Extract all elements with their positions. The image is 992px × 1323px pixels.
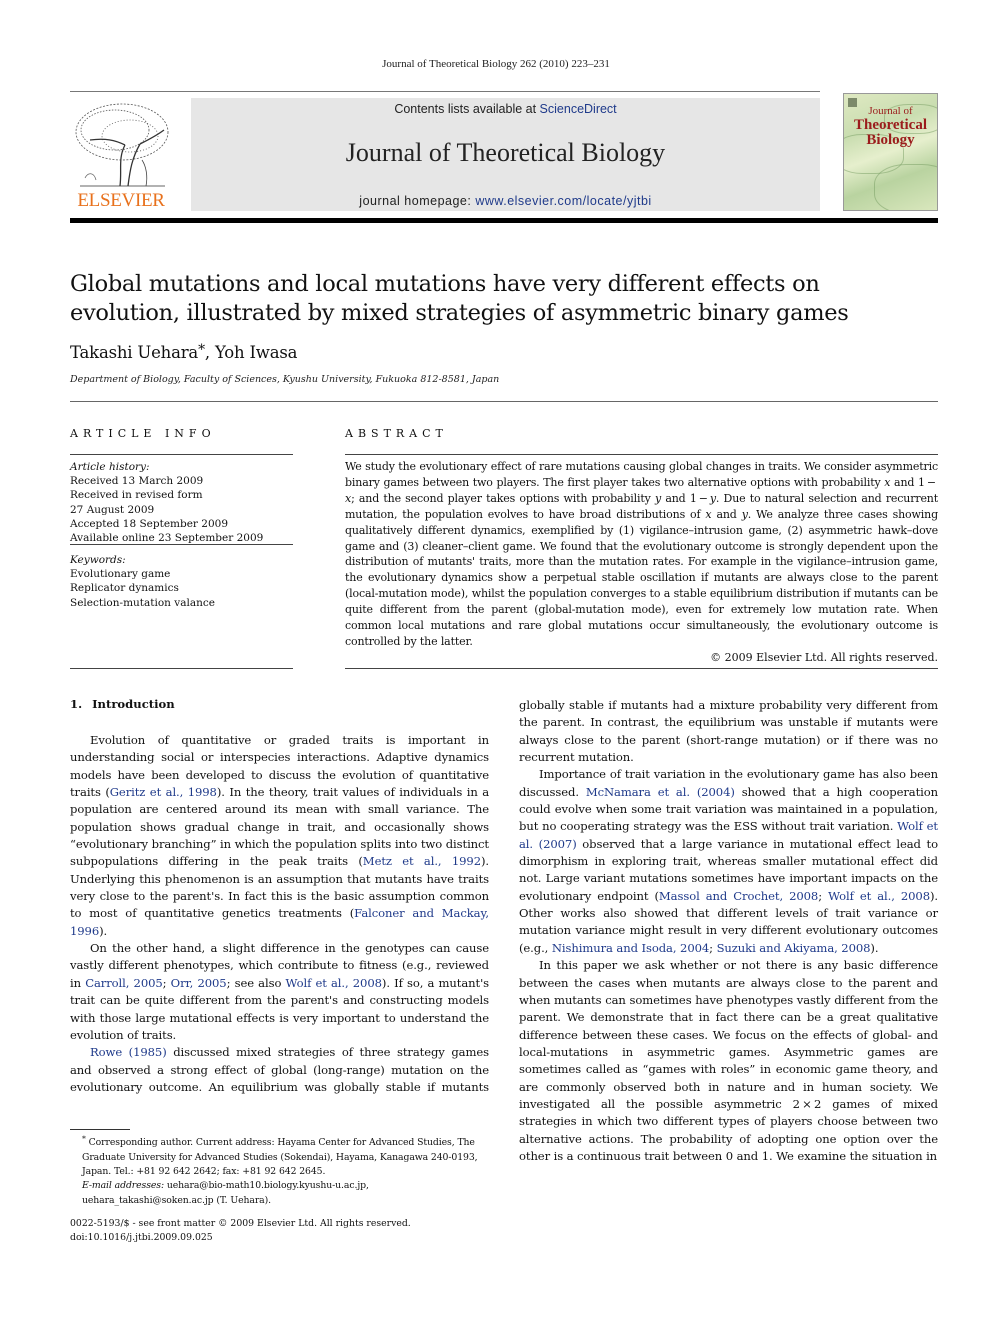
elsevier-tree-icon: [75, 103, 169, 187]
affiliation: Department of Biology, Faculty of Scienc…: [70, 374, 500, 385]
body-column-left: Evolution of quantitative or graded trai…: [70, 732, 489, 1096]
abstract-text: and 1 −: [890, 475, 939, 489]
divider: [345, 668, 938, 669]
history-item: Accepted 18 September 2009: [70, 517, 229, 530]
citation-link[interactable]: Geritz et al., 1998: [110, 785, 217, 799]
author-list: Takashi Uehara*, Yoh Iwasa: [70, 342, 297, 362]
section-number: 1.: [70, 697, 83, 711]
citation-link[interactable]: Wolf et al., 2008: [286, 976, 382, 990]
author-name[interactable]: Yoh Iwasa: [215, 343, 297, 362]
body-text: ; see also: [226, 975, 286, 990]
divider: [345, 454, 938, 455]
citation-link[interactable]: McNamara et al. (2004): [586, 785, 735, 799]
abstract-copyright: © 2009 Elsevier Ltd. All rights reserved…: [710, 651, 938, 664]
author-separator: ,: [204, 343, 215, 362]
email-note: E-mail addresses: uehara@bio-math10.biol…: [70, 1179, 492, 1208]
citation-link[interactable]: Metz et al., 1992: [363, 854, 481, 868]
body-text: ;: [162, 975, 171, 990]
history-item: 27 August 2009: [70, 503, 155, 516]
abstract-text: and: [711, 507, 742, 521]
footnote-divider: [70, 1129, 130, 1130]
footnote: * Corresponding author. Current address:…: [70, 1132, 492, 1208]
email-label: E-mail addresses:: [82, 1180, 164, 1192]
paragraph: Rowe (1985) discussed mixed strategies o…: [70, 1044, 489, 1096]
article-history: Article history: Received 13 March 2009 …: [70, 460, 263, 545]
body-text: ).: [99, 923, 108, 938]
cover-title: Journal of Theoretical Biology: [844, 105, 937, 149]
citation-link[interactable]: Rowe (1985): [90, 1045, 167, 1059]
corresponding-author-mark[interactable]: *: [198, 342, 205, 358]
issn-line: 0022-5193/$ - see front matter © 2009 El…: [70, 1218, 411, 1229]
cover-title-line2: Theoretical: [853, 116, 928, 133]
cover-title-line3: Biology: [866, 132, 915, 149]
header-divider: [70, 218, 938, 223]
author-name[interactable]: Takashi Uehara: [70, 343, 198, 362]
citation-link[interactable]: Nishimura and Isoda, 2004: [552, 941, 709, 955]
article-title: Global mutations and local mutations hav…: [70, 271, 849, 326]
citation-link[interactable]: Suzuki and Akiyama, 2008: [717, 941, 871, 955]
body-text: ;: [709, 940, 717, 955]
abstract-text: We study the evolutionary effect of rare…: [345, 460, 938, 489]
divider: [70, 668, 293, 669]
history-label: Article history:: [70, 461, 150, 473]
sciencedirect-link[interactable]: ScienceDirect: [540, 102, 617, 116]
divider: [70, 544, 293, 545]
front-matter: 0022-5193/$ - see front matter © 2009 El…: [70, 1217, 500, 1246]
body-text: ;: [818, 888, 829, 903]
homepage-prefix: journal homepage:: [359, 194, 476, 208]
doi[interactable]: doi:10.1016/j.jtbi.2009.09.025: [70, 1231, 500, 1245]
paragraph: Evolution of quantitative or graded trai…: [70, 732, 489, 940]
section-heading-introduction: 1. Introduction: [70, 697, 175, 711]
paragraph: On the other hand, a slight difference i…: [70, 940, 489, 1044]
paragraph: In this paper we ask whether or not ther…: [519, 958, 938, 1163]
keyword: Evolutionary game: [70, 568, 171, 581]
journal-cover-thumbnail[interactable]: Journal of Theoretical Biology: [843, 93, 938, 211]
cover-title-line1: Journal of: [868, 105, 913, 117]
citation-link[interactable]: Orr, 2005: [171, 976, 227, 990]
history-item: Received 13 March 2009: [70, 475, 204, 488]
abstract-text: . We analyze three cases showing qualita…: [345, 507, 938, 648]
footnote-text: Corresponding author. Current address: H…: [82, 1137, 478, 1177]
body-column-right: globally stable if mutants had a mixture…: [519, 697, 938, 1165]
keywords-label: Keywords:: [70, 554, 126, 566]
paragraph-continuation: globally stable if mutants had a mixture…: [519, 698, 938, 765]
running-head: Journal of Theoretical Biology 262 (2010…: [382, 58, 610, 70]
keyword: Replicator dynamics: [70, 582, 179, 595]
elsevier-logo[interactable]: ELSEVIER: [70, 100, 172, 212]
section-title: Introduction: [92, 697, 175, 711]
corresponding-author-note: * Corresponding author. Current address:…: [70, 1132, 492, 1179]
abstract-heading: ABSTRACT: [345, 427, 448, 440]
paragraph: Importance of trait variation in the evo…: [519, 766, 938, 957]
contents-prefix: Contents lists available at: [394, 102, 540, 116]
citation-link[interactable]: Massol and Crochet, 2008: [659, 889, 818, 903]
abstract-text: and 1 −: [661, 491, 710, 505]
divider: [70, 401, 938, 402]
keywords: Keywords: Evolutionary game Replicator d…: [70, 553, 215, 610]
keyword: Selection-mutation valance: [70, 596, 215, 609]
abstract-body: We study the evolutionary effect of rare…: [345, 459, 938, 650]
body-text: ).: [870, 940, 879, 955]
cover-texture: [874, 164, 937, 210]
divider: [70, 454, 293, 455]
journal-masthead: Contents lists available at ScienceDirec…: [191, 98, 820, 211]
top-rule: [70, 91, 820, 92]
publisher-wordmark: ELSEVIER: [77, 190, 165, 211]
citation-link[interactable]: Carroll, 2005: [85, 976, 163, 990]
abstract-text: ; and the second player takes options wi…: [351, 491, 655, 505]
journal-homepage-link[interactable]: www.elsevier.com/locate/yjtbi: [475, 194, 651, 208]
homepage-line: journal homepage: www.elsevier.com/locat…: [191, 194, 820, 208]
contents-line: Contents lists available at ScienceDirec…: [191, 102, 820, 116]
history-item: Received in revised form: [70, 489, 203, 502]
citation-link[interactable]: Wolf et al., 2008: [828, 889, 930, 903]
journal-name: Journal of Theoretical Biology: [345, 138, 666, 167]
article-info-heading: ARTICLE INFO: [70, 427, 216, 440]
